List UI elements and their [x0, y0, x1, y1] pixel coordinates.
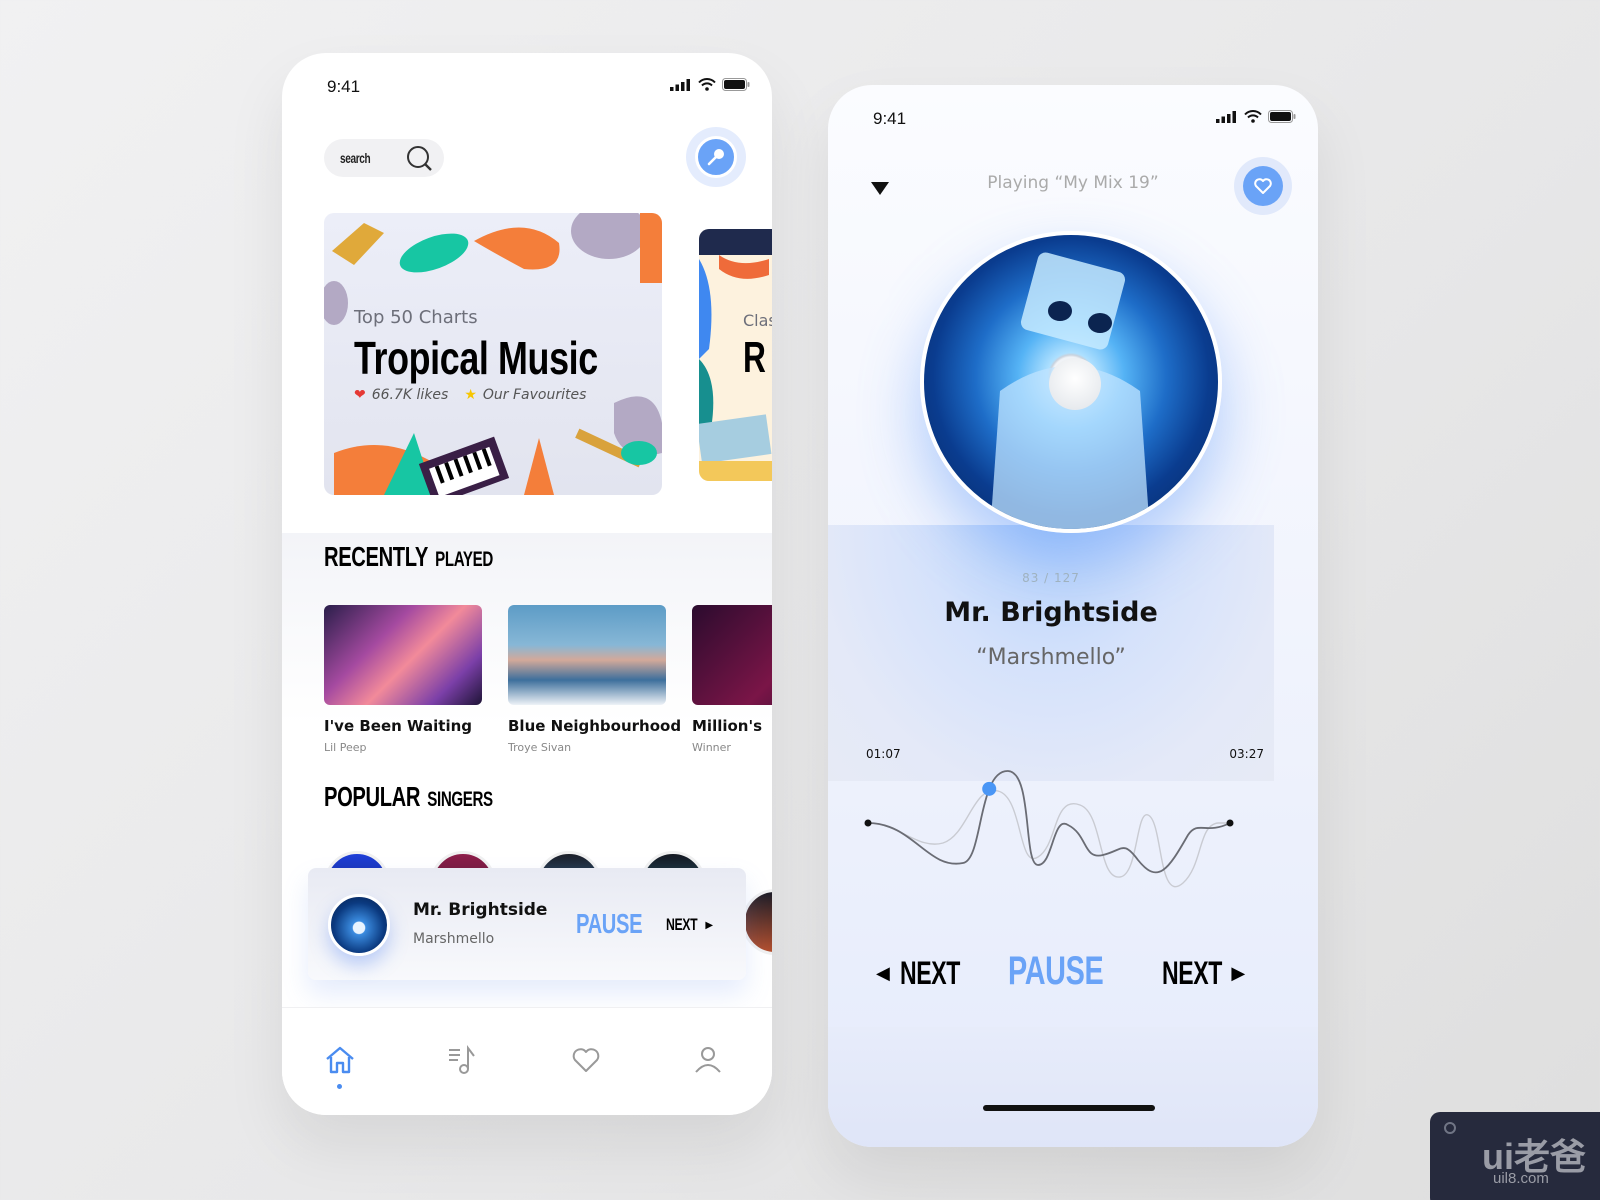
star-icon: ★: [464, 387, 477, 403]
featured-title: Tropical Music: [354, 332, 598, 384]
watermark-badge: ui老爸 uil8.com: [1430, 1112, 1600, 1200]
album-art: [324, 605, 482, 705]
featured2-subtitle: Clas: [743, 311, 772, 330]
tab-profile[interactable]: [688, 1044, 728, 1084]
album-disc: [920, 231, 1222, 533]
featured-meta: ❤ 66.7K likes ★ Our Favourites: [354, 387, 586, 403]
battery-icon: [722, 78, 750, 91]
controls-band: [828, 1027, 1318, 1147]
album-art: [692, 605, 772, 705]
voice-search-button[interactable]: [686, 127, 746, 187]
featured-card-tropical[interactable]: Top 50 Charts Tropical Music ❤ 66.7K lik…: [324, 213, 662, 495]
status-time: 9:41: [327, 77, 361, 96]
home-indicator: [983, 1105, 1155, 1111]
mini-next-button[interactable]: NEXT ▶: [666, 915, 713, 935]
search-placeholder: search: [340, 150, 371, 166]
wifi-icon: [698, 78, 716, 91]
heading-main: RECENTLY: [324, 541, 428, 572]
track-counter: 83 / 127: [1022, 571, 1080, 585]
previous-label: NEXT: [899, 955, 960, 991]
pause-label: PAUSE: [1008, 949, 1104, 993]
next-button[interactable]: NEXT ▶: [1162, 955, 1245, 992]
search-icon[interactable]: [406, 145, 434, 173]
search-input[interactable]: search: [324, 139, 444, 177]
heart-icon: ❤: [354, 387, 366, 403]
home-screen: 9:41 search Top 50 Charts Tropical Music…: [282, 53, 772, 1115]
heading-main: POPULAR: [324, 781, 421, 812]
battery-icon: [1268, 110, 1296, 123]
waveform-end-dot: [1226, 819, 1234, 827]
mini-pause-button[interactable]: PAUSE: [576, 908, 643, 940]
recent-artist: Lil Peep: [324, 741, 367, 754]
pause-button[interactable]: PAUSE: [1008, 949, 1140, 994]
singer-avatar[interactable]: [742, 889, 772, 955]
watermark-url: uil8.com: [1493, 1170, 1549, 1187]
recent-item[interactable]: Million's Winner: [692, 605, 772, 754]
heading-sub: SINGERS: [427, 788, 493, 811]
recent-item[interactable]: I've Been Waiting Lil Peep: [324, 605, 482, 754]
featured2-title: R: [743, 333, 766, 382]
recent-artist: Troye Sivan: [508, 741, 572, 754]
tab-playlist[interactable]: [442, 1044, 482, 1084]
recent-title: I've Been Waiting: [324, 717, 473, 735]
heart-icon: [1254, 178, 1272, 194]
waveform-start-dot: [864, 819, 872, 827]
wifi-icon: [1244, 110, 1262, 123]
song-title: Mr. Brightside: [944, 597, 1158, 628]
tab-home[interactable]: [320, 1044, 360, 1089]
recent-artist: Winner: [692, 741, 731, 754]
status-bar: 9:41: [282, 75, 772, 99]
playlist-icon: [449, 1045, 475, 1074]
heading-sub: PLAYED: [435, 548, 493, 571]
signal-icon: [1216, 110, 1236, 123]
current-time: 01:07: [866, 747, 901, 761]
featured-likes: 66.7K likes: [371, 387, 449, 403]
next-label: NEXT: [1162, 955, 1223, 991]
next-icon: ▶: [1231, 963, 1246, 984]
status-time: 9:41: [873, 109, 907, 128]
recent-title: Million's: [692, 717, 762, 735]
waveform-progress[interactable]: [858, 765, 1238, 895]
home-icon: [326, 1046, 354, 1074]
player-screen: 9:41 Playing “My Mix 19” 83 / 127 Mr. Br…: [828, 85, 1318, 1147]
recent-title: Blue Neighbourhood: [508, 717, 682, 735]
mini-player-cover: [328, 894, 390, 956]
mini-player-artist: Marshmello: [413, 931, 495, 947]
featured-card-classic[interactable]: Clas R: [699, 229, 772, 481]
favorite-button[interactable]: [1234, 157, 1292, 215]
tab-favorites[interactable]: [566, 1044, 606, 1084]
waveform-line: [867, 770, 1231, 874]
waveform-ghost: [867, 789, 1230, 888]
total-time: 03:27: [1229, 747, 1264, 761]
album-art: [508, 605, 666, 705]
play-next-icon: ▶: [705, 919, 714, 931]
heart-icon: [572, 1048, 600, 1072]
featured-subtitle: Top 50 Charts: [354, 307, 478, 328]
active-tab-indicator: [337, 1084, 342, 1089]
previous-button[interactable]: ◀ NEXT: [876, 955, 983, 992]
mini-player-title: Mr. Brightside: [413, 900, 548, 920]
mini-player[interactable]: Mr. Brightside Marshmello PAUSE NEXT ▶: [308, 868, 746, 980]
signal-icon: [670, 78, 690, 91]
user-icon: [695, 1047, 721, 1073]
badge-ring-icon: [1444, 1122, 1456, 1134]
song-artist: “Marshmello”: [976, 645, 1126, 670]
status-bar: 9:41: [828, 107, 1318, 131]
previous-icon: ◀: [876, 963, 890, 984]
mini-next-label: NEXT: [666, 915, 698, 934]
microphone-icon: [707, 149, 724, 166]
progress-knob[interactable]: [982, 781, 997, 796]
disc-center-hole: [1049, 358, 1101, 410]
bottom-tab-bar: [282, 1007, 772, 1115]
popular-singers-heading: POPULAR SINGERS: [324, 781, 493, 813]
recent-item[interactable]: Blue Neighbourhood Troye Sivan: [508, 605, 682, 754]
recently-played-heading: RECENTLY PLAYED: [324, 541, 493, 573]
featured-tag: Our Favourites: [482, 387, 587, 403]
